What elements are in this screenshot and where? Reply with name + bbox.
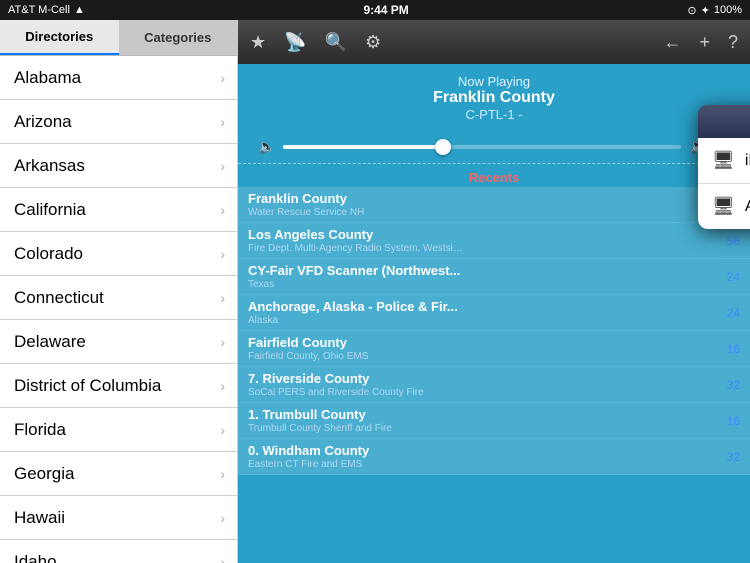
sidebar-item[interactable]: Arkansas ›: [0, 144, 237, 188]
chevron-right-icon: ›: [220, 158, 225, 174]
chevron-right-icon: ›: [220, 290, 225, 306]
chevron-right-icon: ›: [220, 246, 225, 262]
chevron-right-icon: ›: [220, 334, 225, 350]
sidebar-item-label: Arkansas: [14, 156, 85, 176]
status-left: AT&T M-Cell ▲: [8, 4, 85, 16]
chevron-right-icon: ›: [220, 202, 225, 218]
sidebar-item[interactable]: Alabama ›: [0, 56, 237, 100]
status-time: 9:44 PM: [363, 3, 408, 17]
sidebar-item[interactable]: Hawaii ›: [0, 496, 237, 540]
sidebar-item-label: Alabama: [14, 68, 81, 88]
chevron-right-icon: ›: [220, 422, 225, 438]
sidebar-item[interactable]: District of Columbia ›: [0, 364, 237, 408]
battery-label: 100%: [714, 4, 742, 16]
status-right: ⊙ ✦ 100%: [687, 4, 742, 17]
overlay-backdrop[interactable]: [238, 20, 750, 563]
chevron-right-icon: ›: [220, 554, 225, 563]
ipad-label: iPad: [745, 152, 750, 170]
airplay-popup: AirPlay 🖥 iPad ✓ 🖥 Apple TV: [698, 105, 750, 229]
sidebar-item-label: Delaware: [14, 332, 86, 352]
sidebar-item[interactable]: Arizona ›: [0, 100, 237, 144]
main-layout: Directories Categories Alabama › Arizona…: [0, 20, 750, 563]
chevron-right-icon: ›: [220, 114, 225, 130]
carrier-label: AT&T M-Cell: [8, 4, 70, 16]
chevron-right-icon: ›: [220, 70, 225, 86]
sidebar-item-label: Hawaii: [14, 508, 65, 528]
sidebar-item[interactable]: Colorado ›: [0, 232, 237, 276]
sidebar-item-label: Colorado: [14, 244, 83, 264]
sidebar-item-label: Connecticut: [14, 288, 104, 308]
appletv-icon: 🖥: [712, 196, 735, 217]
sidebar-item[interactable]: Idaho ›: [0, 540, 237, 563]
chevron-right-icon: ›: [220, 510, 225, 526]
sidebar-list: Alabama › Arizona › Arkansas › Californi…: [0, 56, 237, 563]
wifi-icon: ▲: [74, 4, 85, 16]
sidebar-item-label: Georgia: [14, 464, 74, 484]
chevron-right-icon: ›: [220, 378, 225, 394]
sidebar-item[interactable]: Georgia ›: [0, 452, 237, 496]
airplay-device-appletv[interactable]: 🖥 Apple TV: [698, 184, 750, 229]
tab-directories[interactable]: Directories: [0, 20, 119, 55]
location-icon: ⊙: [687, 4, 696, 17]
sidebar-item[interactable]: Florida ›: [0, 408, 237, 452]
sidebar-item-label: Arizona: [14, 112, 72, 132]
airplay-title: AirPlay: [698, 105, 750, 138]
sidebar-item[interactable]: Delaware ›: [0, 320, 237, 364]
appletv-label: Apple TV: [745, 198, 750, 216]
sidebar-item-label: Idaho: [14, 552, 57, 563]
sidebar-item-label: District of Columbia: [14, 376, 161, 396]
ipad-icon: 🖥: [712, 150, 735, 171]
sidebar: Directories Categories Alabama › Arizona…: [0, 20, 238, 563]
sidebar-item[interactable]: California ›: [0, 188, 237, 232]
sidebar-item[interactable]: Connecticut ›: [0, 276, 237, 320]
sidebar-item-label: California: [14, 200, 86, 220]
content-area: ★ 📡 🔍 ⚙ ← + ? Now Playing Franklin Count…: [238, 20, 750, 563]
chevron-right-icon: ›: [220, 466, 225, 482]
sidebar-item-label: Florida: [14, 420, 66, 440]
sidebar-tabs: Directories Categories: [0, 20, 237, 56]
status-bar: AT&T M-Cell ▲ 9:44 PM ⊙ ✦ 100%: [0, 0, 750, 20]
bluetooth-icon: ✦: [701, 4, 710, 17]
tab-categories[interactable]: Categories: [119, 20, 238, 55]
airplay-device-ipad[interactable]: 🖥 iPad ✓: [698, 138, 750, 184]
